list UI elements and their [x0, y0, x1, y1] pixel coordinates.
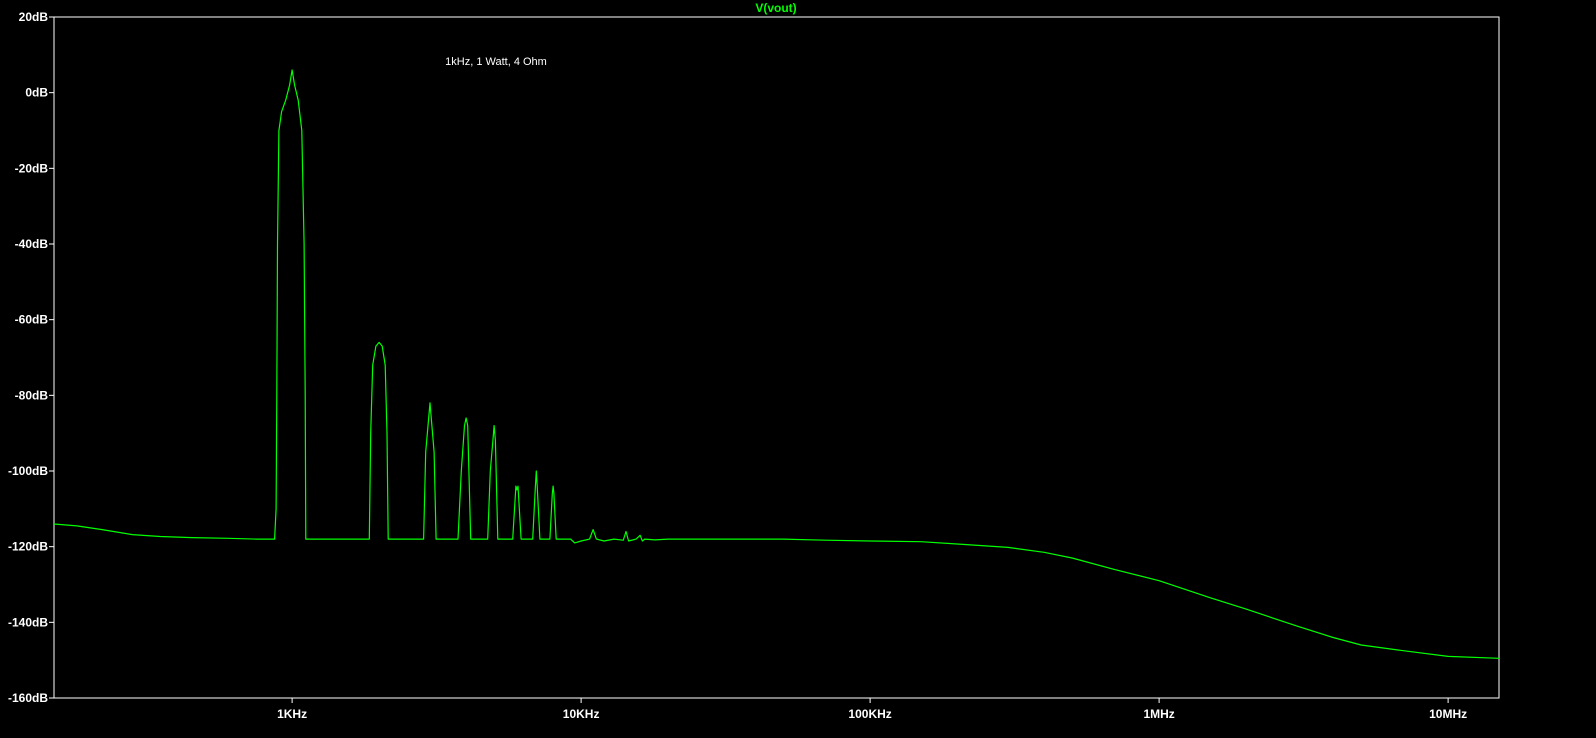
- y-tick-label: -120dB: [8, 540, 48, 554]
- y-tick-label: 20dB: [19, 10, 49, 24]
- y-tick-label: -140dB: [8, 615, 48, 629]
- x-tick-label: 1MHz: [1143, 707, 1174, 721]
- y-tick-label: -40dB: [15, 237, 49, 251]
- x-tick-label: 100KHz: [848, 707, 891, 721]
- plot-annotation: 1kHz, 1 Watt, 4 Ohm: [445, 56, 547, 68]
- y-tick-label: -160dB: [8, 691, 48, 705]
- bode-plot: V(vout) 1kHz, 1 Watt, 4 Ohm 20dB 0dB -20dB…: [0, 0, 1596, 738]
- y-tick-label: -80dB: [15, 388, 49, 402]
- y-tick-label: -20dB: [15, 161, 49, 175]
- x-tick-label: 1KHz: [277, 707, 307, 721]
- x-tick-label: 10KHz: [563, 707, 600, 721]
- y-tick-label: -100dB: [8, 464, 48, 478]
- plot-background: [0, 0, 1596, 738]
- y-tick-label: 0dB: [25, 86, 48, 100]
- trace-title[interactable]: V(vout): [755, 1, 796, 15]
- x-tick-label: 10MHz: [1429, 707, 1467, 721]
- y-tick-label: -60dB: [15, 313, 49, 327]
